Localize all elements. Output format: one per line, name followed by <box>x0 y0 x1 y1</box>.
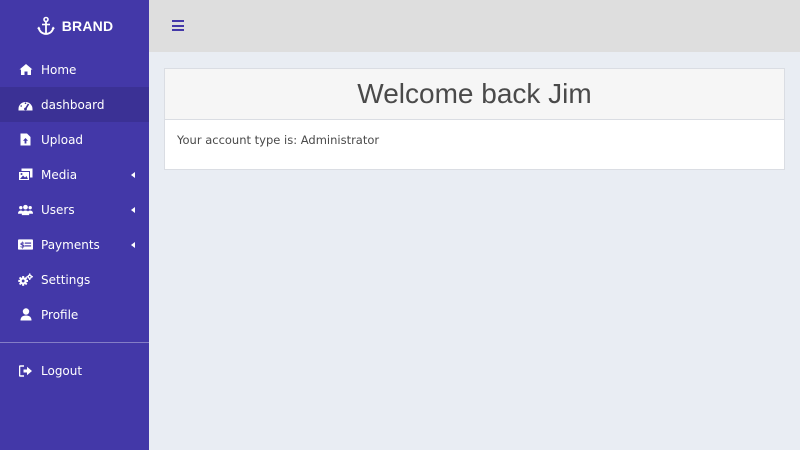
sign-out-icon <box>18 363 33 378</box>
sidebar-item-upload[interactable]: Upload <box>0 122 149 157</box>
sidebar-item-label: Upload <box>41 132 84 147</box>
file-upload-icon <box>18 132 33 147</box>
hamburger-icon[interactable] <box>172 19 185 32</box>
page-title: Welcome back Jim <box>357 78 592 109</box>
sidebar-item-media[interactable]: Media <box>0 157 149 192</box>
cogs-icon <box>18 272 33 287</box>
images-icon <box>18 167 33 182</box>
sidebar-item-label: Home <box>41 62 77 77</box>
brand-name: BRAND <box>61 18 114 34</box>
users-icon <box>18 202 33 217</box>
tachometer-icon <box>18 97 33 112</box>
caret-left-icon <box>131 206 135 213</box>
home-icon <box>18 62 33 77</box>
sidebar-item-dashboard[interactable]: dashboard <box>0 87 149 122</box>
anchor-icon <box>36 16 56 36</box>
sidebar-item-profile[interactable]: Profile <box>0 297 149 332</box>
svg-text:$: $ <box>20 240 25 249</box>
sidebar-nav: Home dashboard Upload Media Users $ Paym… <box>0 52 149 388</box>
app: BRAND Home dashboard Upload Media Users … <box>0 0 800 450</box>
sidebar-item-payments[interactable]: $ Payments <box>0 227 149 262</box>
sidebar-item-label: Settings <box>41 272 91 287</box>
money-bill-icon: $ <box>18 237 33 252</box>
sidebar: BRAND Home dashboard Upload Media Users … <box>0 0 149 450</box>
sidebar-item-label: Users <box>41 202 75 217</box>
card-header: Welcome back Jim <box>165 69 784 120</box>
brand[interactable]: BRAND <box>0 0 149 52</box>
sidebar-item-label: Logout <box>41 363 83 378</box>
sidebar-item-label: Profile <box>41 307 79 322</box>
caret-left-icon <box>131 171 135 178</box>
sidebar-item-home[interactable]: Home <box>0 52 149 87</box>
sidebar-item-logout[interactable]: Logout <box>0 353 149 388</box>
sidebar-divider <box>0 342 149 343</box>
caret-left-icon <box>131 241 135 248</box>
sidebar-item-label: Payments <box>41 237 100 252</box>
sidebar-item-label: dashboard <box>41 97 105 112</box>
account-type-text: Your account type is: Administrator <box>177 133 380 147</box>
sidebar-item-label: Media <box>41 167 78 182</box>
sidebar-item-settings[interactable]: Settings <box>0 262 149 297</box>
welcome-card: Welcome back Jim Your account type is: A… <box>164 68 785 170</box>
sidebar-item-users[interactable]: Users <box>0 192 149 227</box>
topbar <box>149 0 800 52</box>
card-body: Your account type is: Administrator <box>165 120 784 160</box>
user-icon <box>18 307 33 322</box>
